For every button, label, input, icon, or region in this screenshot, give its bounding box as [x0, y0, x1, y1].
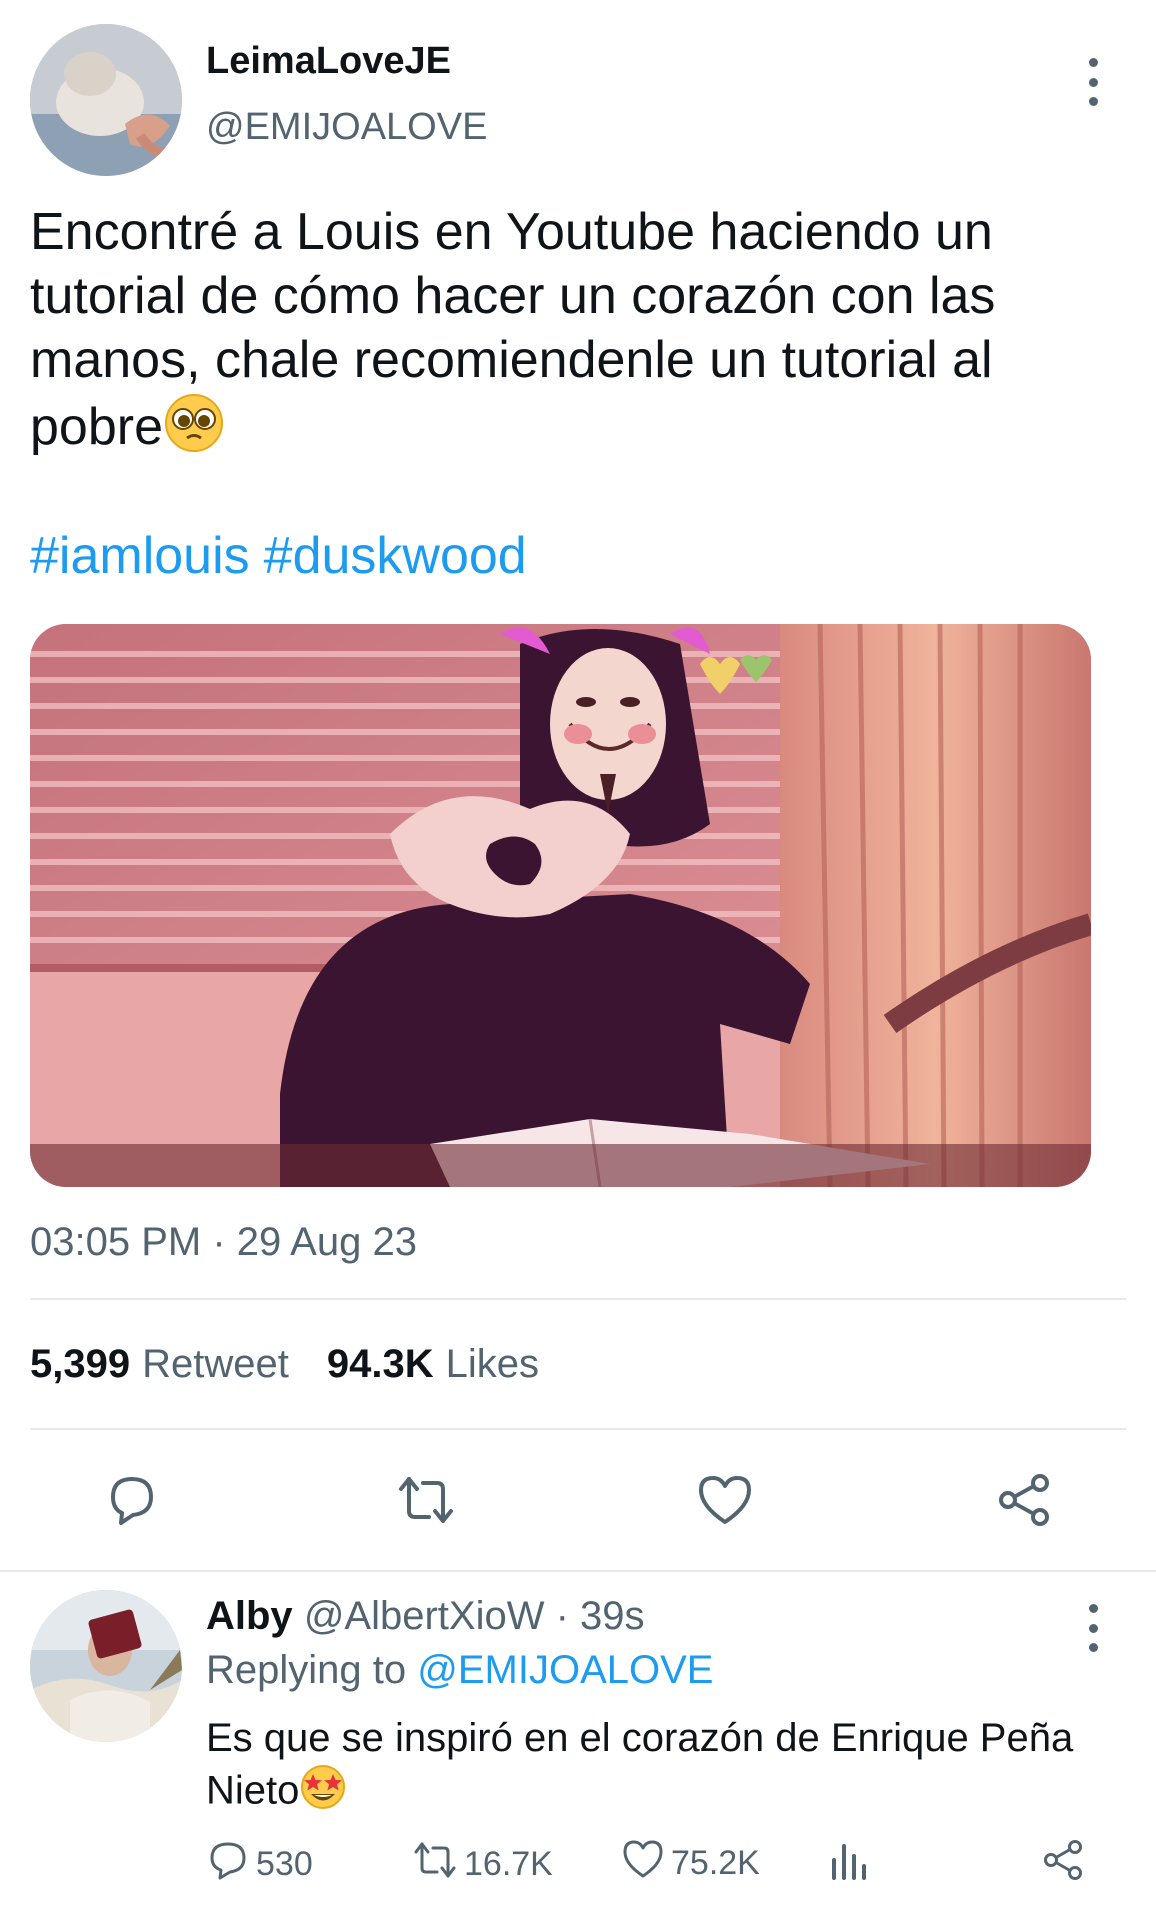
likes-label: Likes — [445, 1342, 539, 1386]
retweet-icon[interactable] — [394, 1468, 458, 1532]
reply-count: 530 — [256, 1845, 313, 1883]
pleading-face-emoji — [163, 392, 225, 469]
reply-display-name[interactable]: Alby — [206, 1594, 293, 1638]
reply-share-icon[interactable] — [1040, 1838, 1086, 1882]
tweet-text: Encontré a Louis en Youtube haciendo un … — [30, 200, 1110, 469]
views-analytics-icon[interactable] — [830, 1838, 870, 1882]
likes-count-stat[interactable]: 94.3K Likes — [327, 1342, 539, 1387]
divider — [0, 1570, 1156, 1572]
star-struck-emoji — [299, 1763, 347, 1823]
retweet-count: 5,399 — [30, 1342, 131, 1386]
retweet-icon — [412, 1838, 458, 1891]
reply-retweet-count: 16.7K — [464, 1845, 553, 1883]
tweet-timestamp[interactable]: 03:05 PM · 29 Aug 23 — [30, 1220, 417, 1265]
hashtag-link-2[interactable]: #duskwood — [264, 527, 527, 585]
reply-like-count: 75.2K — [671, 1844, 760, 1882]
replying-to-handle[interactable]: @EMIJOALOVE — [417, 1648, 713, 1692]
author-avatar[interactable] — [30, 24, 182, 176]
author-display-name[interactable]: LeimaLoveJE — [206, 40, 451, 83]
reply-text: Es que se inspiró en el corazón de Enriq… — [206, 1713, 1086, 1823]
author-handle[interactable]: @EMIJOALOVE — [206, 106, 487, 149]
reply-time[interactable]: · 39s — [556, 1594, 645, 1638]
reply-like-button[interactable]: 75.2K — [621, 1838, 760, 1889]
tweet-media-image[interactable] — [30, 624, 1091, 1187]
reply-icon[interactable] — [100, 1468, 164, 1532]
retweet-label: Retweet — [142, 1342, 289, 1386]
like-icon[interactable] — [693, 1468, 757, 1532]
reply-retweet-button[interactable]: 16.7K — [412, 1838, 553, 1891]
share-icon[interactable] — [992, 1468, 1056, 1532]
reply-handle[interactable]: @AlbertXioW — [304, 1594, 545, 1638]
reply-more-options-icon[interactable] — [1073, 1598, 1113, 1658]
hashtag-link-1[interactable]: #iamlouis — [30, 527, 250, 585]
reply-reply-button[interactable]: 530 — [206, 1838, 313, 1891]
replying-to-line: Replying to @EMIJOALOVE — [206, 1648, 713, 1693]
like-icon — [621, 1838, 665, 1889]
reply-author-avatar[interactable] — [30, 1590, 182, 1742]
more-options-icon[interactable] — [1073, 52, 1113, 112]
reply-header: Alby @AlbertXioW · 39s — [206, 1594, 645, 1639]
reply-action-bar: 530 16.7K 75.2K — [206, 1838, 1096, 1898]
replying-to-label: Replying to — [206, 1648, 407, 1692]
divider — [30, 1428, 1126, 1430]
hashtags: #iamlouis #duskwood — [30, 524, 541, 588]
reply-icon — [206, 1838, 250, 1891]
likes-count: 94.3K — [326, 1342, 434, 1386]
tweet-stats: 5,399 Retweet 94.3K Likes — [30, 1342, 539, 1387]
divider — [30, 1298, 1126, 1300]
retweet-count-stat[interactable]: 5,399 Retweet — [30, 1342, 289, 1387]
